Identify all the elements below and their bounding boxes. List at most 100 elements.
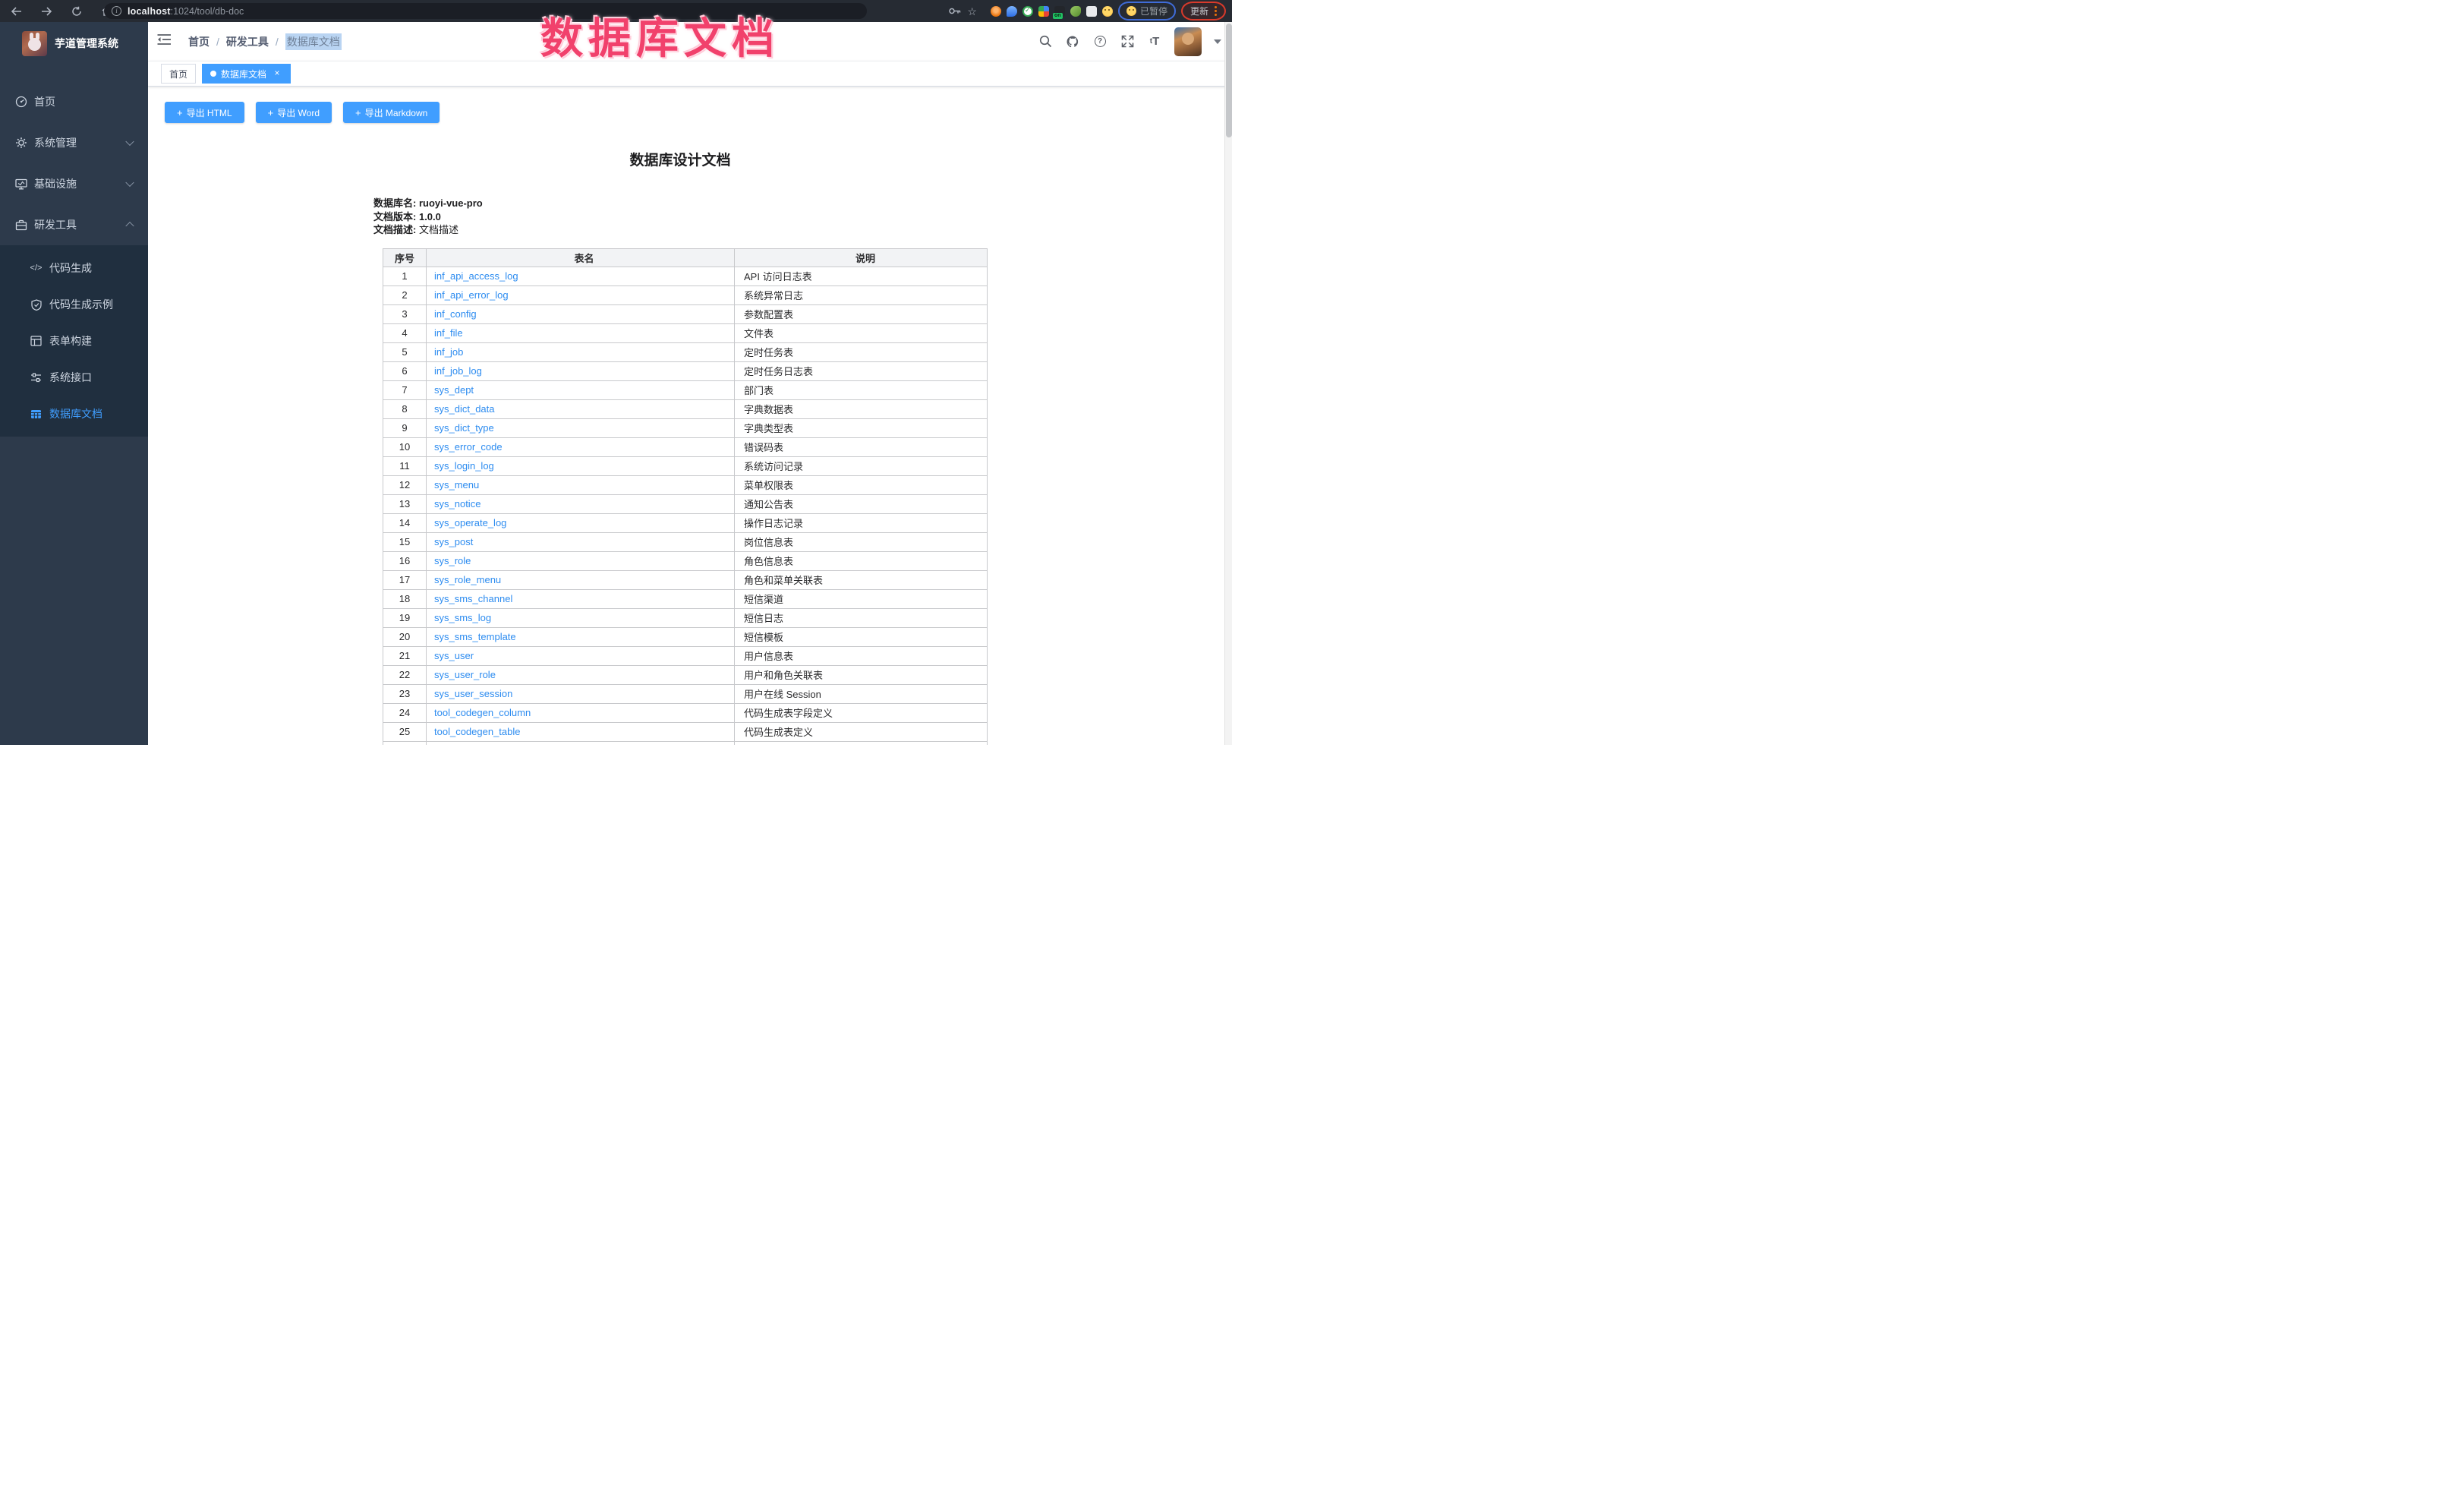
sidebar-item-form-builder[interactable]: 表单构建 bbox=[0, 323, 148, 359]
forward-icon[interactable] bbox=[36, 3, 56, 20]
table-name-link[interactable]: sys_dept bbox=[434, 384, 474, 396]
table-desc-cell: 文件表 bbox=[735, 323, 988, 342]
table-name-link[interactable]: sys_sms_log bbox=[434, 612, 491, 623]
header-actions: ? tT bbox=[1038, 22, 1221, 61]
sidebar: 芋道管理系统 首页 系统管理 bbox=[0, 22, 148, 745]
row-index: 3 bbox=[383, 304, 427, 323]
sidebar-item-db-doc[interactable]: 数据库文档 bbox=[0, 396, 148, 432]
table-name-link[interactable]: sys_dict_type bbox=[434, 422, 494, 434]
key-icon[interactable] bbox=[948, 3, 962, 20]
table-name-link[interactable]: sys_post bbox=[434, 536, 473, 547]
sidebar-item-label: 表单构建 bbox=[49, 333, 92, 349]
db-name-line: 数据库名: ruoyi-vue-pro bbox=[373, 197, 987, 210]
update-chip[interactable]: 更新 bbox=[1181, 2, 1226, 21]
app-logo[interactable]: 芋道管理系统 bbox=[0, 22, 148, 65]
table-name-link[interactable]: sys_operate_log bbox=[434, 517, 506, 528]
monitor-icon bbox=[15, 178, 27, 190]
extension-leaf-icon[interactable] bbox=[1070, 6, 1081, 17]
page-scrollbar[interactable] bbox=[1224, 22, 1232, 745]
chevron-down-icon bbox=[125, 178, 134, 187]
sidebar-item-codegen[interactable]: </> 代码生成 bbox=[0, 250, 148, 286]
table-desc-cell: 代码生成表定义 bbox=[735, 722, 988, 741]
export-word-button[interactable]: + 导出 Word bbox=[256, 102, 332, 123]
table-name-link[interactable]: inf_config bbox=[434, 308, 477, 320]
table-name-link[interactable]: sys_sms_channel bbox=[434, 593, 512, 604]
table-row: 15sys_post岗位信息表 bbox=[383, 532, 988, 551]
table-desc-cell: 用户信息表 bbox=[735, 646, 988, 665]
table-name-link[interactable]: sys_sms_template bbox=[434, 631, 516, 642]
extension-color-grid-icon[interactable] bbox=[1038, 6, 1049, 17]
table-name-link[interactable]: sys_dict_data bbox=[434, 403, 495, 415]
browser-actions: ☆ on 已暂停 更新 bbox=[948, 0, 1226, 22]
sidebar-item-codegen-demo[interactable]: 代码生成示例 bbox=[0, 286, 148, 323]
table-name-link[interactable]: inf_api_error_log bbox=[434, 289, 509, 301]
extension-orange-icon[interactable] bbox=[991, 6, 1001, 17]
sidebar-item-devtools[interactable]: 研发工具 bbox=[0, 204, 148, 245]
extensions-puzzle-icon[interactable] bbox=[1086, 6, 1097, 17]
table-name-link[interactable]: sys_user_session bbox=[434, 688, 512, 699]
table-row: 26tool_test_demo字典类型表 bbox=[383, 741, 988, 745]
user-avatar[interactable] bbox=[1174, 27, 1202, 56]
table-name-link[interactable]: sys_notice bbox=[434, 498, 481, 509]
row-index: 19 bbox=[383, 608, 427, 627]
site-info-icon[interactable]: i bbox=[112, 6, 121, 16]
fullscreen-icon[interactable] bbox=[1120, 34, 1135, 49]
table-name-link[interactable]: sys_user_role bbox=[434, 669, 496, 680]
sidebar-item-home[interactable]: 首页 bbox=[0, 81, 148, 122]
table-name-link[interactable]: inf_job_log bbox=[434, 365, 482, 377]
collapse-sidebar-icon[interactable] bbox=[157, 33, 172, 49]
scrollbar-thumb[interactable] bbox=[1226, 24, 1232, 137]
tag-close-icon[interactable]: × bbox=[272, 68, 282, 79]
table-name-link[interactable]: inf_job bbox=[434, 346, 463, 358]
breadcrumb-devtools[interactable]: 研发工具 bbox=[226, 34, 269, 49]
tag-db-doc[interactable]: 数据库文档 × bbox=[202, 64, 291, 84]
table-row: 1inf_api_access_logAPI 访问日志表 bbox=[383, 267, 988, 285]
table-desc-cell: 短信日志 bbox=[735, 608, 988, 627]
table-name-link[interactable]: tool_codegen_column bbox=[434, 707, 531, 718]
page-content: + 导出 HTML + 导出 Word + 导出 Markdown 数据库设计文… bbox=[148, 87, 1232, 745]
address-bar[interactable]: i localhost:1024/tool/db-doc bbox=[104, 3, 867, 19]
sidebar-item-system-api[interactable]: 系统接口 bbox=[0, 359, 148, 396]
table-grid-icon bbox=[30, 409, 42, 420]
tag-home[interactable]: 首页 bbox=[161, 64, 196, 84]
table-row: 19 sys_sms_log 短信日志 bbox=[383, 608, 988, 627]
plus-icon: + bbox=[355, 107, 361, 118]
table-name-link[interactable]: sys_login_log bbox=[434, 460, 494, 472]
table-name-cell: sys_user_session bbox=[427, 684, 735, 703]
paused-chip[interactable]: 已暂停 bbox=[1118, 2, 1176, 21]
sidebar-item-label: 代码生成 bbox=[49, 260, 92, 276]
export-html-button[interactable]: + 导出 HTML bbox=[165, 102, 244, 123]
sidebar-item-system[interactable]: 系统管理 bbox=[0, 122, 148, 163]
back-icon[interactable] bbox=[6, 3, 26, 20]
user-menu-caret-icon[interactable] bbox=[1214, 39, 1221, 44]
row-index: 22 bbox=[383, 665, 427, 684]
table-name-link[interactable]: sys_user bbox=[434, 650, 474, 661]
table-name-link[interactable]: sys_menu bbox=[434, 479, 479, 491]
chevron-down-icon bbox=[125, 137, 134, 146]
extension-emoji-icon[interactable] bbox=[1102, 6, 1113, 17]
row-index: 8 bbox=[383, 399, 427, 418]
search-icon[interactable] bbox=[1038, 34, 1053, 49]
document-meta: 数据库名: ruoyi-vue-pro 文档版本: 1.0.0 文档描述: 文档… bbox=[373, 197, 987, 237]
table-name-link[interactable]: inf_file bbox=[434, 327, 463, 339]
table-name-link[interactable]: sys_error_code bbox=[434, 441, 503, 453]
help-icon[interactable]: ? bbox=[1092, 34, 1108, 49]
sidebar-item-label: 代码生成示例 bbox=[49, 297, 113, 312]
extension-green-check-icon[interactable] bbox=[1022, 6, 1033, 17]
extension-dark-icon[interactable]: on bbox=[1054, 6, 1065, 17]
sidebar-item-infra[interactable]: 基础设施 bbox=[0, 163, 148, 204]
table-name-link[interactable]: sys_role_menu bbox=[434, 574, 501, 585]
breadcrumb-home[interactable]: 首页 bbox=[188, 34, 210, 49]
github-icon[interactable] bbox=[1065, 34, 1080, 49]
table-name-link[interactable]: tool_codegen_table bbox=[434, 726, 521, 737]
table-name-link[interactable]: sys_role bbox=[434, 555, 471, 566]
table-name-cell: sys_sms_template bbox=[427, 627, 735, 646]
font-size-icon[interactable]: tT bbox=[1147, 34, 1162, 49]
sidebar-item-label: 研发工具 bbox=[34, 217, 77, 232]
extension-blue-drop-icon[interactable] bbox=[1007, 6, 1017, 17]
table-name-link[interactable]: inf_api_access_log bbox=[434, 270, 518, 282]
browser-menu-icon[interactable] bbox=[1215, 6, 1217, 16]
document-title: 数据库设计文档 bbox=[373, 149, 987, 169]
reload-icon[interactable] bbox=[67, 3, 87, 20]
bookmark-star-icon[interactable]: ☆ bbox=[967, 6, 977, 17]
